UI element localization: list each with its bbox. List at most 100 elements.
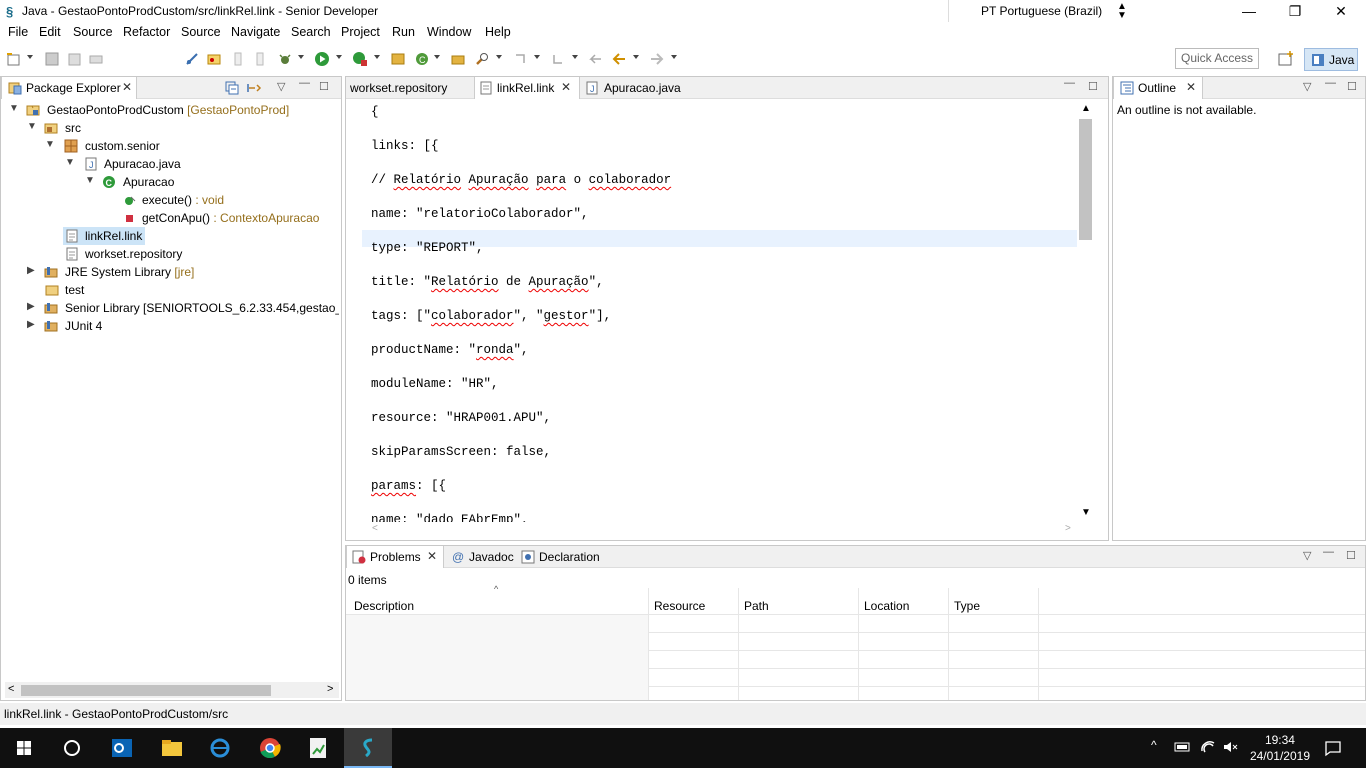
forward-dropdown-icon[interactable] xyxy=(671,55,677,59)
new-dropdown-icon[interactable] xyxy=(27,55,33,59)
windows-start-icon[interactable] xyxy=(10,734,38,762)
view-menu-icon[interactable]: ▽ xyxy=(277,80,285,93)
view-menu-icon[interactable]: ▽ xyxy=(1303,549,1311,562)
tree-item-linkrel[interactable]: linkRel.link xyxy=(63,227,145,245)
menu-edit[interactable]: Edit xyxy=(39,25,61,39)
vertical-scrollbar[interactable]: ▲ ▼ xyxy=(1077,101,1094,521)
chevron-down-icon[interactable]: ▼ xyxy=(27,121,37,132)
volume-muted-icon[interactable] xyxy=(1222,739,1238,755)
view-menu-icon[interactable]: ▽ xyxy=(1303,80,1311,93)
column-path[interactable]: Path xyxy=(744,599,769,613)
maximize-view-icon[interactable]: ☐ xyxy=(319,80,329,93)
menu-search[interactable]: Search xyxy=(291,25,331,39)
tree-item-method-execute[interactable]: execute() : void xyxy=(123,191,333,209)
wifi-icon[interactable] xyxy=(1200,739,1216,755)
debug-icon[interactable] xyxy=(277,51,293,67)
scroll-left-icon[interactable]: < xyxy=(8,683,14,695)
coverage-icon[interactable] xyxy=(352,51,368,67)
debug-dropdown-icon[interactable] xyxy=(298,55,304,59)
chevron-down-icon[interactable]: ▼ xyxy=(65,157,75,168)
open-type-icon[interactable] xyxy=(450,51,466,67)
language-selector[interactable]: PT Portuguese (Brazil) ▲ ▼ xyxy=(948,0,1130,22)
new-class-dropdown-icon[interactable] xyxy=(434,55,440,59)
scroll-down-icon[interactable]: ▼ xyxy=(1081,507,1091,518)
run-dropdown-icon[interactable] xyxy=(336,55,342,59)
tab-workset-repository[interactable]: workset.repository xyxy=(346,77,474,99)
close-tab-icon[interactable]: ✕ xyxy=(427,549,437,563)
back-dropdown-icon[interactable] xyxy=(633,55,639,59)
column-resource[interactable]: Resource xyxy=(654,599,705,613)
new-icon[interactable] xyxy=(6,51,22,67)
save-icon[interactable] xyxy=(44,51,60,67)
menu-project[interactable]: Project xyxy=(341,25,380,39)
close-tab-icon[interactable]: ✕ xyxy=(561,80,571,94)
tree-item-jre[interactable]: ▶ JRE System Library [jre] xyxy=(27,263,327,281)
minimize-view-icon[interactable]: — xyxy=(1323,546,1334,558)
save-all-icon[interactable] xyxy=(66,51,82,67)
clock[interactable]: 19:34 24/01/2019 xyxy=(1250,732,1310,764)
chevron-down-icon[interactable]: ▼ xyxy=(85,175,95,186)
next-annotation-dropdown-icon[interactable] xyxy=(534,55,540,59)
menu-source[interactable]: Source xyxy=(73,25,113,39)
tab-linkrel-link[interactable]: linkRel.link ✕ xyxy=(474,77,580,99)
build-icon[interactable] xyxy=(206,51,222,67)
notifications-icon[interactable] xyxy=(1324,739,1342,757)
prev-annotation-dropdown-icon[interactable] xyxy=(572,55,578,59)
search-dropdown-icon[interactable] xyxy=(496,55,502,59)
menu-window[interactable]: Window xyxy=(427,25,471,39)
tab-javadoc[interactable]: @ Javadoc xyxy=(446,546,516,568)
prev-annotation-icon[interactable] xyxy=(550,51,566,67)
tree-item-src[interactable]: ▼ src xyxy=(27,119,327,137)
tree-item-senior-library[interactable]: ▶ Senior Library [SENIORTOOLS_6.2.33.454… xyxy=(27,299,339,317)
scroll-left-icon[interactable]: < xyxy=(372,523,378,534)
scrollbar-thumb[interactable] xyxy=(1079,119,1092,240)
horizontal-scrollbar[interactable]: < > xyxy=(5,682,339,698)
tree-item-java-file[interactable]: ▼ J Apuracao.java xyxy=(65,155,325,173)
close-tab-icon[interactable]: ✕ xyxy=(1186,80,1196,94)
minimize-view-icon[interactable]: — xyxy=(1325,77,1336,89)
tab-package-explorer[interactable]: Package Explorer ✕ xyxy=(1,77,137,99)
search-icon[interactable] xyxy=(474,51,490,67)
menu-source-2[interactable]: Source xyxy=(181,25,221,39)
close-tab-icon[interactable]: ✕ xyxy=(122,80,132,94)
external-tools-icon[interactable] xyxy=(390,51,406,67)
menu-run[interactable]: Run xyxy=(392,25,415,39)
tree-item-project[interactable]: ▼ GestaoPontoProdCustom [GestaoPontoProd… xyxy=(9,101,339,119)
chrome-icon[interactable] xyxy=(256,734,284,762)
scroll-right-icon[interactable]: > xyxy=(1065,523,1071,534)
menu-refactor[interactable]: Refactor xyxy=(123,25,170,39)
column-description[interactable]: Description xyxy=(354,599,414,613)
minimize-view-icon[interactable]: — xyxy=(299,77,310,89)
tree-item-method-getconapu[interactable]: getConApu() : ContextoApuracao xyxy=(123,209,333,227)
run-icon[interactable] xyxy=(314,51,330,67)
senior-developer-task[interactable] xyxy=(344,728,392,768)
scroll-right-icon[interactable]: > xyxy=(327,683,333,695)
tab-outline[interactable]: Outline ✕ xyxy=(1113,77,1203,99)
restore-button[interactable]: ❐ xyxy=(1272,0,1318,22)
minimize-button[interactable]: — xyxy=(1226,0,1272,22)
tree-item-test[interactable]: test xyxy=(45,281,245,299)
tree-item-junit[interactable]: ▶ JUnit 4 xyxy=(27,317,227,335)
skip-breakpoints-icon[interactable] xyxy=(184,51,200,67)
file-explorer-icon[interactable] xyxy=(158,734,186,762)
chevron-right-icon[interactable]: ▶ xyxy=(27,301,35,312)
chart-app-icon[interactable] xyxy=(304,734,332,762)
cortana-search-icon[interactable] xyxy=(58,734,86,762)
tree-item-package[interactable]: ▼ custom.senior xyxy=(45,137,325,155)
internet-explorer-icon[interactable] xyxy=(206,734,234,762)
new-java-project-icon[interactable]: C xyxy=(414,51,430,67)
back-icon[interactable] xyxy=(611,51,627,67)
next-annotation-icon[interactable] xyxy=(512,51,528,67)
chevron-down-icon[interactable]: ▼ xyxy=(9,103,19,114)
maximize-view-icon[interactable]: ☐ xyxy=(1088,80,1098,93)
minimize-view-icon[interactable]: — xyxy=(1064,77,1075,89)
chevron-right-icon[interactable]: ▶ xyxy=(27,265,35,276)
column-type[interactable]: Type xyxy=(954,599,980,613)
editor-horizontal-scrollbar[interactable]: < > xyxy=(362,523,1077,537)
java-perspective-button[interactable]: Java xyxy=(1304,48,1358,71)
column-location[interactable]: Location xyxy=(864,599,909,613)
outlook-icon[interactable] xyxy=(108,734,136,762)
maximize-view-icon[interactable]: ☐ xyxy=(1346,549,1356,562)
tree-item-workset[interactable]: workset.repository xyxy=(63,245,263,263)
menu-file[interactable]: File xyxy=(8,25,28,39)
